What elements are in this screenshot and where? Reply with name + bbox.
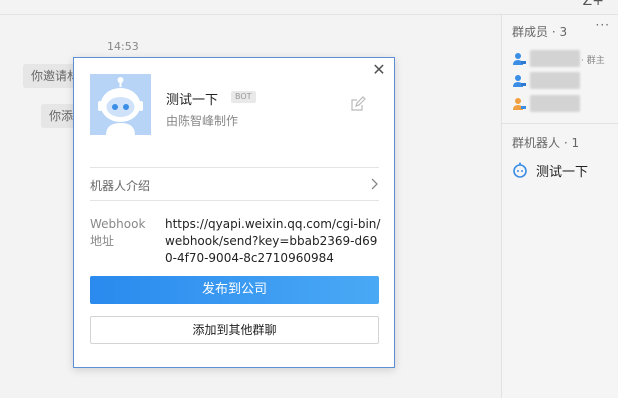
person-icon xyxy=(513,75,526,87)
owner-tag: · 群主 xyxy=(581,56,605,66)
bot-name: 测试一下 xyxy=(536,165,589,180)
person-icon xyxy=(513,53,526,65)
divider xyxy=(90,167,379,168)
group-members-panel: 群成员 · 3 ··· · 群主 群机器人 · 1 测试一下 xyxy=(501,15,618,398)
add-to-group-button[interactable]: 添加到其他群聊 xyxy=(90,316,379,344)
bot-icon xyxy=(513,162,527,178)
add-person-icon[interactable]: Ż+ xyxy=(583,0,604,8)
person-icon xyxy=(513,98,526,110)
member-item[interactable] xyxy=(512,95,612,113)
bot-creator: 由陈智峰制作 xyxy=(166,114,239,128)
bot-intro-row[interactable]: 机器人介绍 xyxy=(90,175,379,193)
member-item[interactable] xyxy=(512,72,612,90)
member-name xyxy=(530,95,580,112)
edit-icon[interactable] xyxy=(350,96,366,112)
bot-avatar xyxy=(90,74,151,135)
member-name xyxy=(530,72,580,89)
webhook-url[interactable]: https://qyapi.weixin.qq.com/cgi-bin/webh… xyxy=(165,216,383,267)
bot-title: 测试一下 xyxy=(166,93,219,108)
more-icon[interactable]: ··· xyxy=(596,18,610,32)
intro-label: 机器人介绍 xyxy=(90,179,151,193)
bot-info-popup: ✕ 测试一下 BOT 由陈智峰制作 机器人介绍 Webhook地址 https:… xyxy=(73,57,395,368)
bot-list-item[interactable]: 测试一下 xyxy=(512,161,612,180)
panel-divider xyxy=(502,123,618,124)
message-time: 14:53 xyxy=(107,40,139,53)
divider xyxy=(90,200,379,201)
chevron-right-icon xyxy=(371,178,378,190)
members-title: 群成员 · 3 xyxy=(512,25,568,39)
robot-icon xyxy=(98,77,143,135)
top-toolbar: Ż+ xyxy=(0,0,618,15)
bot-badge: BOT xyxy=(231,91,256,103)
close-icon[interactable]: ✕ xyxy=(372,62,386,78)
publish-button[interactable]: 发布到公司 xyxy=(90,276,379,304)
member-name xyxy=(530,50,580,67)
webhook-label: Webhook地址 xyxy=(90,217,146,248)
bots-title: 群机器人 · 1 xyxy=(512,136,580,150)
member-item[interactable]: · 群主 xyxy=(512,50,612,68)
